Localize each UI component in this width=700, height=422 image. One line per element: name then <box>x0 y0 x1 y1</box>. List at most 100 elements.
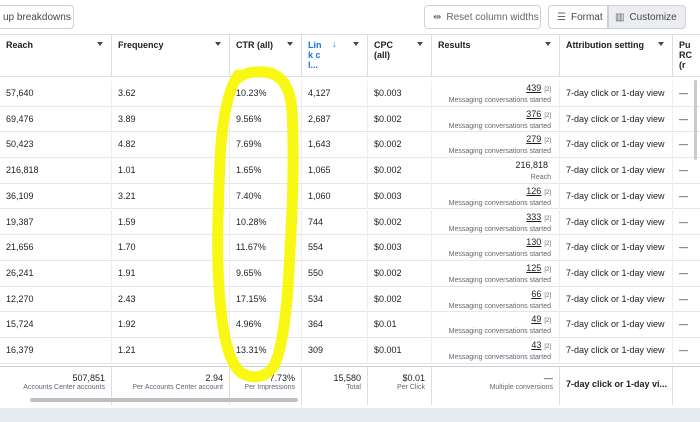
cell-ctr: 9.56% <box>230 106 302 133</box>
total-link-clicks: 15,580 Total <box>302 367 368 405</box>
cell-cpc: $0.003 <box>368 183 432 210</box>
table-row[interactable]: 216,818 1.01 1.65% 1,065 $0.002 216,818 Reach 7… <box>0 158 700 184</box>
cell-reach: 57,640 <box>0 81 112 107</box>
cell-results: 279 [2] Messaging conversations started <box>432 132 560 159</box>
table-row[interactable]: 50,423 4.82 7.69% 1,643 $0.002 279 [2] Messagin… <box>0 132 700 159</box>
column-header-link-clicks[interactable]: Lin k cl... ↓ <box>302 34 368 76</box>
table-row[interactable]: 16,379 1.21 13.31% 309 $0.001 43 [2] Messaging … <box>0 338 700 364</box>
column-header-label: Attribution setting <box>566 40 644 50</box>
column-resize-icon: ⇹ <box>433 11 442 23</box>
results-value-link[interactable]: 216,818 <box>515 160 548 170</box>
results-value-link[interactable]: 125 <box>526 263 541 273</box>
sort-arrow-down-icon[interactable]: ↓ <box>332 39 337 49</box>
total-results-value: — <box>544 373 553 383</box>
cell-reach: 19,387 <box>0 209 112 236</box>
cell-frequency: 2.43 <box>112 286 230 313</box>
results-caption: Messaging conversations started <box>448 122 551 130</box>
sort-chevron-down-icon[interactable] <box>545 42 551 46</box>
results-footnote: [2] <box>544 138 551 145</box>
column-header-results[interactable]: Results <box>432 34 560 76</box>
cell-link-clicks: 1,060 <box>302 183 368 210</box>
sort-chevron-down-icon[interactable] <box>215 42 221 46</box>
results-value-link[interactable]: 43 <box>531 340 541 350</box>
results-footnote: [2] <box>544 266 551 273</box>
results-value-link[interactable]: 66 <box>531 289 541 299</box>
cell-results: 126 [2] Messaging conversations started <box>432 183 560 210</box>
vertical-scrollbar[interactable] <box>694 80 697 160</box>
cell-purchase-roas: — <box>679 345 688 355</box>
cell-link-clicks: 1,065 <box>302 158 368 184</box>
results-caption: Messaging conversations started <box>448 148 551 156</box>
breakdowns-button[interactable]: up breakdowns <box>0 5 74 29</box>
cell-link-clicks: 554 <box>302 235 368 261</box>
column-header-attribution[interactable]: Attribution setting <box>560 34 673 76</box>
cell-reach: 21,656 <box>0 235 112 261</box>
cell-results: 125 [2] Messaging conversations started <box>432 260 560 287</box>
results-caption: Messaging conversations started <box>448 276 551 284</box>
cell-link-clicks: 550 <box>302 260 368 287</box>
total-link-clicks-caption: Total <box>346 384 361 391</box>
cell-results: 333 [2] Messaging conversations started <box>432 209 560 236</box>
cell-link-clicks: 1,643 <box>302 132 368 159</box>
cell-cpc: $0.002 <box>368 209 432 236</box>
format-button[interactable]: ☰ Format <box>548 5 608 29</box>
table-row[interactable]: 36,109 3.21 7.40% 1,060 $0.003 126 [2] Messagin… <box>0 183 700 210</box>
results-footnote: [2] <box>544 112 551 119</box>
page-background-strip <box>0 408 700 422</box>
total-results-caption: Multiple conversions <box>489 384 553 391</box>
columns-icon: ▥ <box>615 11 625 23</box>
reset-column-widths-button[interactable]: ⇹ Reset column widths <box>424 5 541 29</box>
column-header-frequency[interactable]: Frequency <box>112 34 230 76</box>
sort-chevron-down-icon[interactable] <box>97 42 103 46</box>
cell-results: 130 [2] Messaging conversations started <box>432 235 560 261</box>
table-row[interactable]: 19,387 1.59 10.28% 744 $0.002 333 [2] Messaging… <box>0 209 700 236</box>
cell-cpc: $0.002 <box>368 260 432 287</box>
table-toolbar: up breakdowns ⇹ Reset column widths ☰ Fo… <box>0 0 700 34</box>
table-row[interactable]: 26,241 1.91 9.65% 550 $0.002 125 [2] Messaging … <box>0 260 700 287</box>
results-value-link[interactable]: 333 <box>526 212 541 222</box>
sort-chevron-down-icon[interactable] <box>287 42 293 46</box>
column-header-reach[interactable]: Reach <box>0 34 112 76</box>
cell-link-clicks: 309 <box>302 338 368 364</box>
cell-ctr: 11.67% <box>230 235 302 261</box>
cell-ctr: 1.65% <box>230 158 302 184</box>
cell-purchase-roas: — <box>679 190 688 201</box>
total-frequency-value: 2.94 <box>205 373 223 383</box>
results-caption: Messaging conversations started <box>448 302 551 310</box>
results-value-link[interactable]: 130 <box>526 237 541 247</box>
cell-cpc: $0.01 <box>368 312 432 338</box>
cell-reach: 12,270 <box>0 286 112 313</box>
column-header-cpc[interactable]: CPC (all) <box>368 34 432 76</box>
results-footnote: [2] <box>544 344 551 350</box>
cell-ctr: 13.31% <box>230 338 302 364</box>
horizontal-scrollbar[interactable] <box>30 398 298 402</box>
ads-manager-panel: up breakdowns ⇹ Reset column widths ☰ Fo… <box>0 0 700 408</box>
table-row[interactable]: 57,640 3.62 10.23% 4,127 $0.003 439 [2] Messagi… <box>0 81 700 107</box>
cell-reach: 16,379 <box>0 338 112 364</box>
results-footnote: [2] <box>544 189 551 196</box>
column-header-ctr[interactable]: CTR (all) <box>230 34 302 76</box>
table-row[interactable]: 12,270 2.43 17.15% 534 $0.002 66 [2] Messaging … <box>0 286 700 313</box>
cell-reach: 26,241 <box>0 260 112 287</box>
results-value-link[interactable]: 439 <box>526 83 541 93</box>
results-value-link[interactable]: 126 <box>526 186 541 196</box>
customize-button[interactable]: ▥ Customize <box>608 5 686 29</box>
sort-chevron-down-icon[interactable] <box>353 42 359 46</box>
results-value-link[interactable]: 49 <box>531 314 541 324</box>
table-row[interactable]: 15,724 1.92 4.96% 364 $0.01 49 [2] Messaging co… <box>0 312 700 338</box>
sort-chevron-down-icon[interactable] <box>417 42 423 46</box>
cell-results: 216,818 Reach <box>432 158 560 184</box>
cell-reach: 216,818 <box>0 158 112 184</box>
column-header-label: CTR (all) <box>236 40 273 50</box>
results-value-link[interactable]: 376 <box>526 109 541 119</box>
column-header-label: Lin k cl... <box>308 40 322 70</box>
results-value-link[interactable]: 279 <box>526 134 541 144</box>
total-cpc: $0.01 Per Click <box>368 367 432 405</box>
table-row[interactable]: 69,476 3.89 9.56% 2,687 $0.002 376 [2] Messagin… <box>0 106 700 133</box>
column-header-label: Results <box>438 40 471 50</box>
total-purchase-roas <box>673 367 700 405</box>
column-header-purchase-roas[interactable]: Pu RC (r <box>673 34 700 76</box>
table-row[interactable]: 21,656 1.70 11.67% 554 $0.003 130 [2] Messaging… <box>0 235 700 261</box>
sort-chevron-down-icon[interactable] <box>658 42 664 46</box>
cell-frequency: 3.89 <box>112 106 230 133</box>
